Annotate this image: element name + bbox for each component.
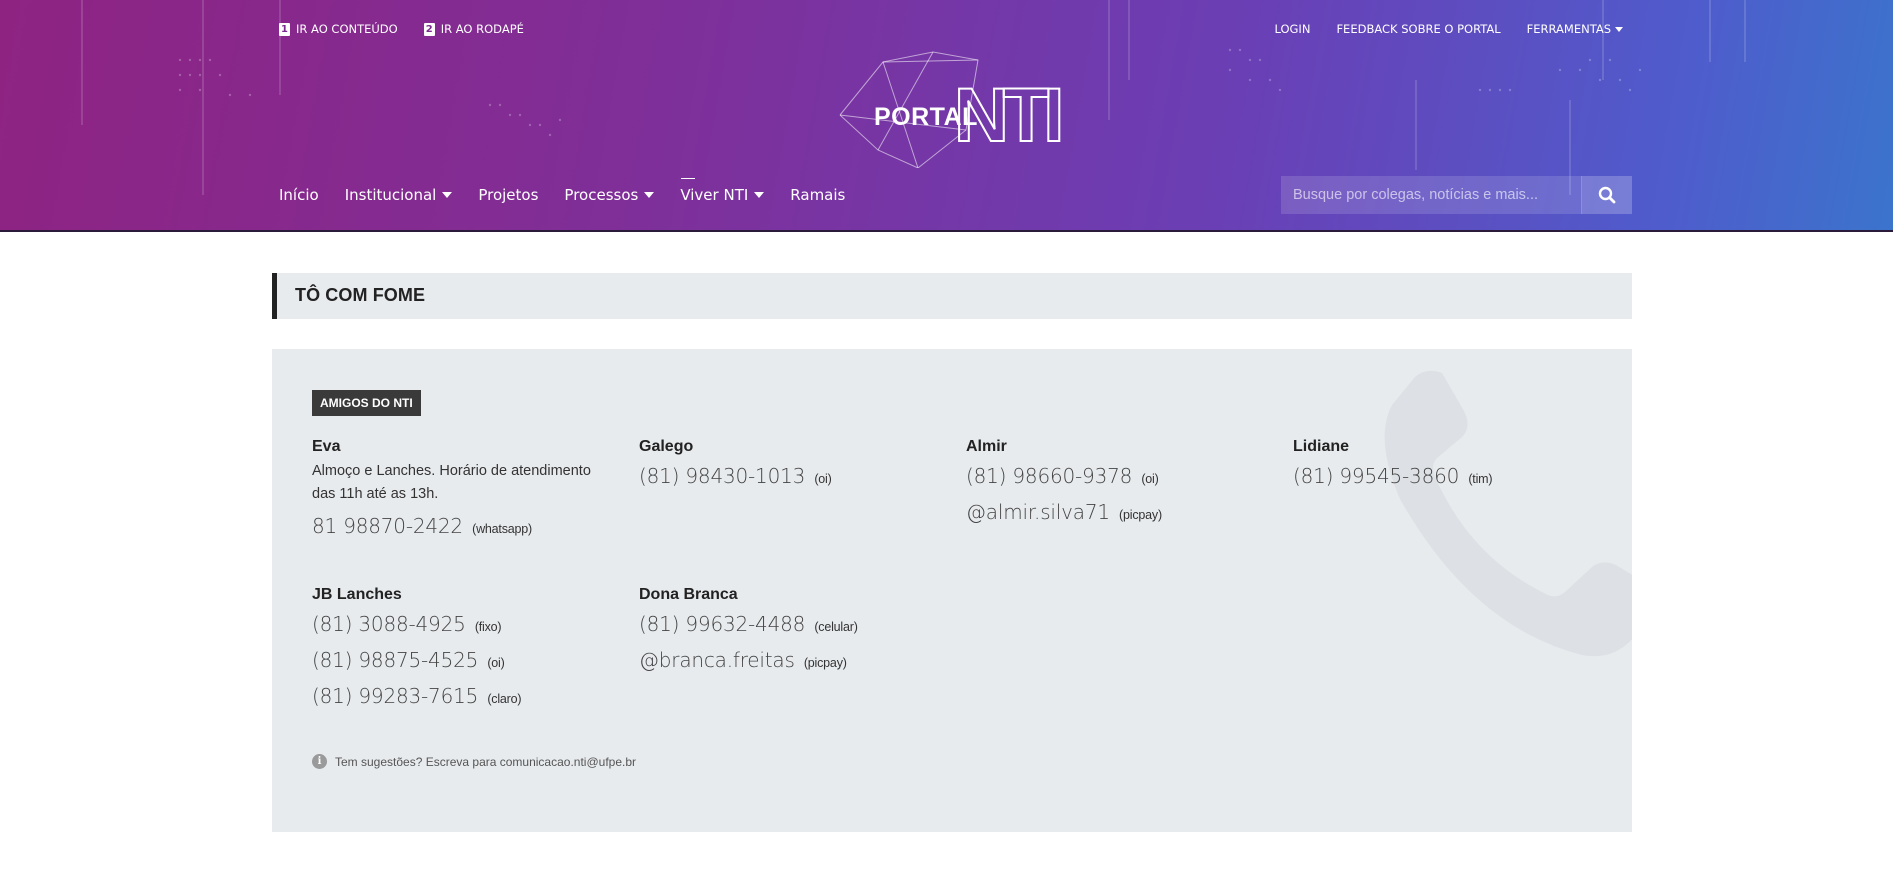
contact-tag: (oi): [1141, 472, 1159, 486]
suggestion-note: i Tem sugestões? Escreva para comunicaca…: [312, 754, 636, 769]
nav-item-projetos[interactable]: Projetos: [478, 186, 538, 204]
contact-phone[interactable]: (81) 98875-4525 (oi): [312, 644, 612, 680]
contact-value: (81) 98875-4525: [312, 648, 479, 672]
contact-tag: (oi): [487, 656, 505, 670]
tools-dropdown[interactable]: FERRAMENTAS: [1527, 22, 1623, 36]
contact-name: Galego: [639, 438, 694, 455]
contact-value: @almir.silva71: [966, 500, 1110, 524]
nav-item-label: Processos: [564, 186, 639, 204]
contact-name: JB Lanches: [312, 586, 402, 603]
skip-to-footer-label: IR AO RODAPÉ: [440, 22, 524, 36]
search-input[interactable]: [1281, 176, 1581, 214]
contact-card-dona-branca: Dona Branca (81) 99632-4488 (celular) @b…: [639, 586, 939, 680]
section-badge: AMIGOS DO NTI: [312, 390, 421, 416]
contact-name: Eva: [312, 438, 341, 455]
contact-card-eva: Eva Almoço e Lanches. Horário de atendim…: [312, 438, 612, 546]
contact-phone[interactable]: (81) 98660-9378 (oi): [966, 460, 1266, 496]
search-bar: [1281, 176, 1632, 214]
contact-name: Dona Branca: [639, 586, 738, 603]
nav-item-label: Viver NTI: [680, 186, 749, 204]
contact-tag: (fixo): [474, 620, 502, 634]
feedback-link[interactable]: FEEDBACK SOBRE O PORTAL: [1336, 22, 1500, 36]
nav-item-processos[interactable]: Processos: [564, 186, 655, 204]
chevron-down-icon: [644, 192, 655, 198]
phone-icon: [1384, 370, 1632, 657]
contact-card-lidiane: Lidiane (81) 99545-3860 (tim): [1293, 438, 1593, 496]
info-icon: i: [312, 754, 327, 769]
nav-item-viver-nti[interactable]: Viver NTI: [680, 178, 765, 204]
skip-number-badge: 1: [279, 22, 290, 36]
login-link[interactable]: LOGIN: [1274, 22, 1310, 36]
contact-card-almir: Almir (81) 98660-9378 (oi) @almir.silva7…: [966, 438, 1266, 532]
nav-item-inicio[interactable]: Início: [279, 186, 319, 204]
contact-value: (81) 3088-4925: [312, 612, 466, 636]
contact-description: Almoço e Lanches. Horário de atendimento…: [312, 463, 591, 502]
page-title: TÔ COM FOME: [295, 285, 426, 305]
contact-name: Lidiane: [1293, 438, 1350, 455]
search-icon: [1598, 186, 1616, 204]
portal-nti-logo[interactable]: PORTAL NTI: [838, 50, 1068, 168]
contact-tag: (celular): [814, 620, 858, 634]
site-header: 1 IR AO CONTEÚDO 2 IR AO RODAPÉ LOGIN FE…: [0, 0, 1893, 232]
search-button[interactable]: [1581, 176, 1632, 214]
chevron-down-icon: [442, 192, 453, 198]
contact-tag: (whatsapp): [472, 522, 532, 536]
contact-phone[interactable]: (81) 99283-7615 (claro): [312, 680, 612, 716]
skip-to-footer-link[interactable]: 2 IR AO RODAPÉ: [423, 22, 524, 36]
skip-to-content-link[interactable]: 1 IR AO CONTEÚDO: [279, 22, 398, 36]
contact-value: (81) 98660-9378: [966, 464, 1133, 488]
suggestion-text[interactable]: Tem sugestões? Escreva para comunicacao.…: [335, 755, 636, 769]
nav-item-label: Ramais: [790, 186, 846, 204]
page-title-bar: TÔ COM FOME: [272, 273, 1632, 319]
nav-item-institucional[interactable]: Institucional: [345, 186, 453, 204]
contact-phone[interactable]: (81) 3088-4925 (fixo): [312, 608, 612, 644]
skip-number-badge: 2: [423, 22, 435, 36]
contact-card-jb-lanches: JB Lanches (81) 3088-4925 (fixo) (81) 98…: [312, 586, 612, 716]
chevron-down-icon: [754, 192, 765, 198]
contact-card-galego: Galego (81) 98430-1013 (oi): [639, 438, 939, 496]
nav-item-ramais[interactable]: Ramais: [790, 186, 845, 204]
contacts-panel: AMIGOS DO NTI Eva Almoço e Lanches. Horá…: [272, 349, 1632, 832]
contact-tag: (picpay): [1119, 508, 1162, 522]
contact-value: @branca.freitas: [639, 648, 795, 672]
contact-value: (81) 99283-7615: [312, 684, 479, 708]
contact-phone[interactable]: (81) 99632-4488 (celular): [639, 608, 939, 644]
contact-value: 81 98870-2422: [312, 514, 463, 538]
chevron-down-icon: [1615, 26, 1623, 32]
contact-value: (81) 99545-3860: [1293, 464, 1460, 488]
contact-value: (81) 98430-1013: [639, 464, 806, 488]
contact-phone[interactable]: (81) 99545-3860 (tim): [1293, 460, 1593, 496]
contact-tag: (picpay): [803, 656, 847, 670]
login-label: LOGIN: [1274, 22, 1311, 36]
tools-label: FERRAMENTAS: [1526, 22, 1611, 36]
contact-phone[interactable]: 81 98870-2422 (whatsapp): [312, 510, 612, 546]
contact-phone[interactable]: (81) 98430-1013 (oi): [639, 460, 939, 496]
contact-picpay[interactable]: @almir.silva71 (picpay): [966, 496, 1266, 532]
contact-tag: (oi): [814, 472, 832, 486]
contact-tag: (tim): [1468, 472, 1493, 486]
top-links: LOGIN FEEDBACK SOBRE O PORTAL FERRAMENTA…: [1274, 22, 1623, 36]
skip-links: 1 IR AO CONTEÚDO 2 IR AO RODAPÉ: [279, 22, 524, 36]
contact-tag: (claro): [487, 692, 522, 706]
contact-picpay[interactable]: @branca.freitas (picpay): [639, 644, 939, 680]
contact-name: Almir: [966, 438, 1007, 455]
feedback-label: FEEDBACK SOBRE O PORTAL: [1336, 22, 1501, 36]
nav-item-label: Institucional: [344, 186, 437, 204]
nav-item-label: Início: [279, 186, 319, 204]
contact-value: (81) 99632-4488: [639, 612, 806, 636]
logo-nti-text: NTI: [954, 73, 1060, 158]
main-nav: Início Institucional Projetos Processos …: [279, 178, 845, 204]
nav-item-label: Projetos: [478, 186, 539, 204]
skip-to-content-label: IR AO CONTEÚDO: [296, 22, 398, 36]
